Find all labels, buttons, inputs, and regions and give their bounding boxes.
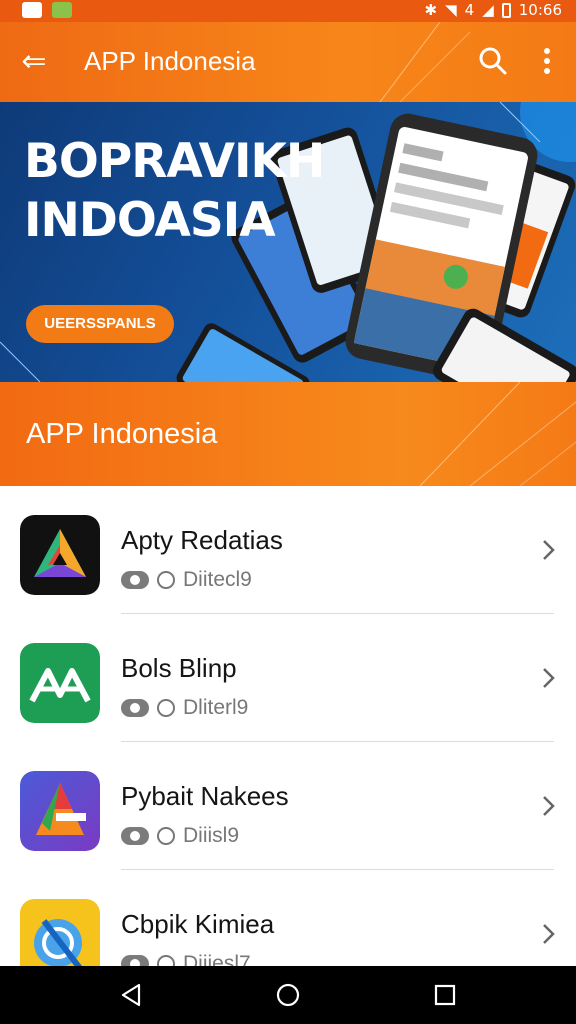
app-2-meta-text: Dliterl9: [183, 696, 249, 719]
circle-icon: [157, 699, 175, 717]
back-arrow-icon[interactable]: ⇐: [14, 42, 54, 82]
notification-app-icon: [52, 2, 72, 18]
section-header: APP Indonesia: [0, 382, 576, 486]
app-3-icon: [20, 771, 100, 851]
banner-title-line2: INDOASIA: [24, 193, 276, 248]
app-bar-title: APP Indonesia: [84, 46, 256, 76]
signal-icon: ◢: [482, 1, 494, 19]
app-3-name: Pybait Nakees: [121, 781, 289, 811]
status-notifications: [22, 2, 72, 18]
banner-cta-button[interactable]: UEERSSPANLS: [26, 305, 174, 343]
list-item-app-4[interactable]: Cbpik Kimiea Diiiesl7: [0, 870, 576, 966]
app-1-meta-text: Diitecl9: [183, 568, 252, 591]
list-item-app-1[interactable]: Apty Redatias Diitecl9: [0, 486, 576, 614]
notification-gallery-icon: [22, 2, 42, 18]
status-indicators: ✱ ◥ 4 ◢ 10:66: [425, 1, 562, 19]
system-nav-bar: [0, 966, 576, 1024]
app-3-meta: Diiisl9: [121, 824, 239, 848]
app-1-meta: Diitecl9: [121, 568, 252, 592]
app-bar: ⇐ APP Indonesia: [0, 22, 576, 102]
chevron-right-icon[interactable]: [536, 666, 560, 690]
app-2-icon: [20, 643, 100, 723]
clip-icon: [157, 955, 175, 966]
list-item-app-2[interactable]: Bols Blinp Dliterl9: [0, 614, 576, 742]
app-1-name: Apty Redatias: [121, 525, 283, 555]
chevron-right-icon[interactable]: [536, 538, 560, 562]
toggle-badge-icon: [121, 955, 149, 966]
app-2-meta: Dliterl9: [121, 696, 248, 720]
network-label: 4: [464, 1, 475, 19]
search-icon[interactable]: [476, 44, 510, 78]
bluetooth-icon: ✱: [424, 1, 438, 19]
list-item-app-3[interactable]: Pybait Nakees Diiisl9: [0, 742, 576, 870]
toggle-badge-icon: [121, 699, 149, 717]
section-title: APP Indonesia: [26, 418, 218, 450]
wifi-icon: ◥: [445, 1, 457, 19]
app-4-meta-text: Diiiesl7: [183, 952, 251, 966]
status-bar: ✱ ◥ 4 ◢ 10:66: [0, 0, 576, 22]
app-4-meta: Diiiesl7: [121, 952, 251, 966]
battery-icon: [501, 2, 511, 18]
toggle-badge-icon: [121, 571, 149, 589]
app-1-icon: [20, 515, 100, 595]
app-3-meta-text: Diiisl9: [183, 824, 240, 847]
banner-title: BOPRAVIKH INDOASIA: [24, 132, 325, 250]
promo-banner[interactable]: BOPRAVIKH INDOASIA UEERSSPANLS: [0, 102, 576, 382]
more-vert-icon[interactable]: [532, 44, 562, 78]
clip-icon: [157, 827, 175, 845]
app-4-name: Cbpik Kimiea: [121, 909, 275, 939]
chevron-right-icon[interactable]: [536, 794, 560, 818]
status-time: 10:66: [518, 1, 562, 19]
app-2-name: Bols Blinp: [121, 653, 237, 683]
banner-title-line1: BOPRAVIKH: [24, 134, 325, 189]
toggle-badge-icon: [121, 827, 149, 845]
triangle-back-icon[interactable]: [118, 982, 144, 1008]
app-list: Apty Redatias Diitecl9 Bols Blinp Dliter…: [0, 486, 576, 966]
square-recents-icon[interactable]: [432, 982, 458, 1008]
chevron-right-icon[interactable]: [536, 922, 560, 946]
app-4-icon: [20, 899, 100, 966]
circle-icon: [157, 571, 175, 589]
circle-home-icon[interactable]: [275, 982, 301, 1008]
